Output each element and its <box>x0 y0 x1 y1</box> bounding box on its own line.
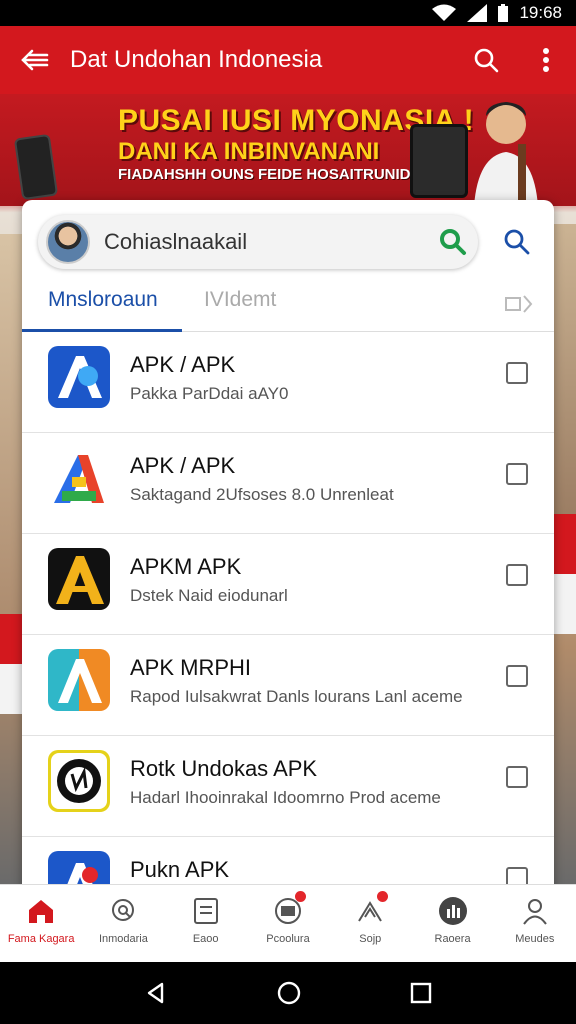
search-chat-icon <box>107 895 139 927</box>
app-icon-blue-a <box>48 346 110 408</box>
back-button[interactable] <box>0 48 70 72</box>
app-subtitle: Saktagand 2Ufsoses 8.0 Unrenleat <box>130 485 394 504</box>
tab-second[interactable]: IVIdemt <box>204 288 276 312</box>
nav-label: Sojp <box>359 933 382 945</box>
checkbox[interactable] <box>506 766 528 788</box>
nav-label: Eaoo <box>192 933 219 945</box>
status-time: 19:68 <box>519 3 562 22</box>
checkbox[interactable] <box>506 665 528 687</box>
avatar[interactable] <box>46 220 90 264</box>
signal-icon <box>467 4 488 22</box>
tab-bar: Mnsloroaun IVIdemt <box>22 278 554 332</box>
app-subtitle: Hadarl Ihooinrakal Idoomrno Prod aceme <box>130 788 441 807</box>
nav-label: Fama Kagara <box>7 933 75 945</box>
nav-item-eaoo[interactable]: Eaoo <box>165 885 247 962</box>
home-icon <box>25 895 57 927</box>
app-subtitle: Dstek Naid eiodunarl <box>130 586 288 605</box>
list-item[interactable]: APKM APK Dstek Naid eiodunarl <box>22 534 554 635</box>
nav-item-sojp[interactable]: Sojp <box>329 885 411 962</box>
document-icon <box>190 895 222 927</box>
recents-square-icon[interactable] <box>410 982 432 1004</box>
app-bar: Dat Undohan Indonesia <box>0 26 576 94</box>
tab-more-icon[interactable] <box>504 292 534 316</box>
app-icon-circle-badge <box>48 750 110 812</box>
app-subtitle: Pakka ParDdai aAY0 <box>130 384 289 403</box>
nav-item-raoera[interactable]: Raoera <box>411 885 493 962</box>
back-arrow-icon <box>21 49 49 71</box>
app-icon-multicolor-a <box>48 447 110 509</box>
nav-label: Inmodaria <box>98 933 148 945</box>
nav-item-inmodaria[interactable]: Inmodaria <box>82 885 164 962</box>
wifi-icon <box>432 4 457 21</box>
list-item[interactable]: APK / APK Saktagand 2Ufsoses 8.0 Unrenle… <box>22 433 554 534</box>
battery-icon <box>498 4 509 22</box>
phone-graphic-right <box>410 124 468 198</box>
search-icon <box>474 48 499 73</box>
app-list: APK / APK Pakka ParDdai aAY0 APK / APK S… <box>22 332 554 900</box>
main-card: Cohiaslnaakail Mnsloroaun IVIdemt APK / … <box>22 200 554 900</box>
app-name: APK / APK <box>130 352 236 377</box>
app-name: APK MRPHI <box>130 655 252 680</box>
checkbox[interactable] <box>506 463 528 485</box>
list-item[interactable]: Rotk Undokas APK Hadarl Ihooinrakal Idoo… <box>22 736 554 837</box>
banner-caption: FIADAHSHH OUNS FEIDE HOSAITRUNIDSON <box>118 166 444 183</box>
nav-label: Meudes <box>515 933 555 945</box>
tab-first[interactable]: Mnsloroaun <box>48 288 158 312</box>
nav-label: Pcoolura <box>266 933 310 945</box>
back-triangle-icon[interactable] <box>144 981 168 1005</box>
banner-subheadline: DANI KA INBINVANANI <box>118 138 380 165</box>
nav-label: Raoera <box>434 933 471 945</box>
grid-circle-icon <box>437 895 469 927</box>
more-vert-icon <box>543 48 549 72</box>
checkbox[interactable] <box>506 362 528 384</box>
nav-item-meudes[interactable]: Meudes <box>494 885 576 962</box>
notification-badge <box>294 891 306 902</box>
search-icon-button[interactable] <box>500 225 534 259</box>
promo-banner[interactable]: PUSAI IUSI MYONASIA ! DANI KA INBINVANAN… <box>0 94 576 206</box>
app-name: APKM APK <box>130 554 242 579</box>
search-input[interactable]: Cohiaslnaakail <box>104 229 436 255</box>
notification-badge <box>377 891 389 902</box>
person-icon <box>519 895 551 927</box>
green-search-icon[interactable] <box>436 225 470 259</box>
app-subtitle: Rapod Iulsakwrat Danls lourans Lanl acem… <box>130 687 463 706</box>
app-icon-teal-orange-a <box>48 649 110 711</box>
phone-graphic <box>13 133 59 201</box>
search-icon <box>504 229 530 255</box>
search-row: Cohiaslnaakail <box>38 214 538 270</box>
app-title: Dat Undohan Indonesia <box>70 46 323 73</box>
search-button[interactable] <box>456 47 516 73</box>
app-name: Rotk Undokas APK <box>130 756 318 781</box>
person-graphic <box>474 102 538 206</box>
list-item[interactable]: APK MRPHI Rapod Iulsakwrat Danls lourans… <box>22 635 554 736</box>
app-icon-gold-a <box>48 548 110 610</box>
bottom-navigation: Fama Kagara Inmodaria Eaoo Pcoolura Sojp… <box>0 884 576 962</box>
search-bar[interactable]: Cohiaslnaakail <box>38 215 478 269</box>
checkbox[interactable] <box>506 564 528 586</box>
nav-item-home[interactable]: Fama Kagara <box>0 885 82 962</box>
list-item[interactable]: APK / APK Pakka ParDdai aAY0 <box>22 332 554 433</box>
app-name: APK / APK <box>130 453 236 478</box>
home-circle-icon[interactable] <box>276 980 302 1006</box>
nav-item-pcoolura[interactable]: Pcoolura <box>247 885 329 962</box>
more-options-button[interactable] <box>516 47 576 73</box>
app-name: Pukn APK <box>130 857 230 882</box>
status-bar: 19:68 <box>0 0 576 26</box>
system-navigation-bar <box>0 962 576 1024</box>
